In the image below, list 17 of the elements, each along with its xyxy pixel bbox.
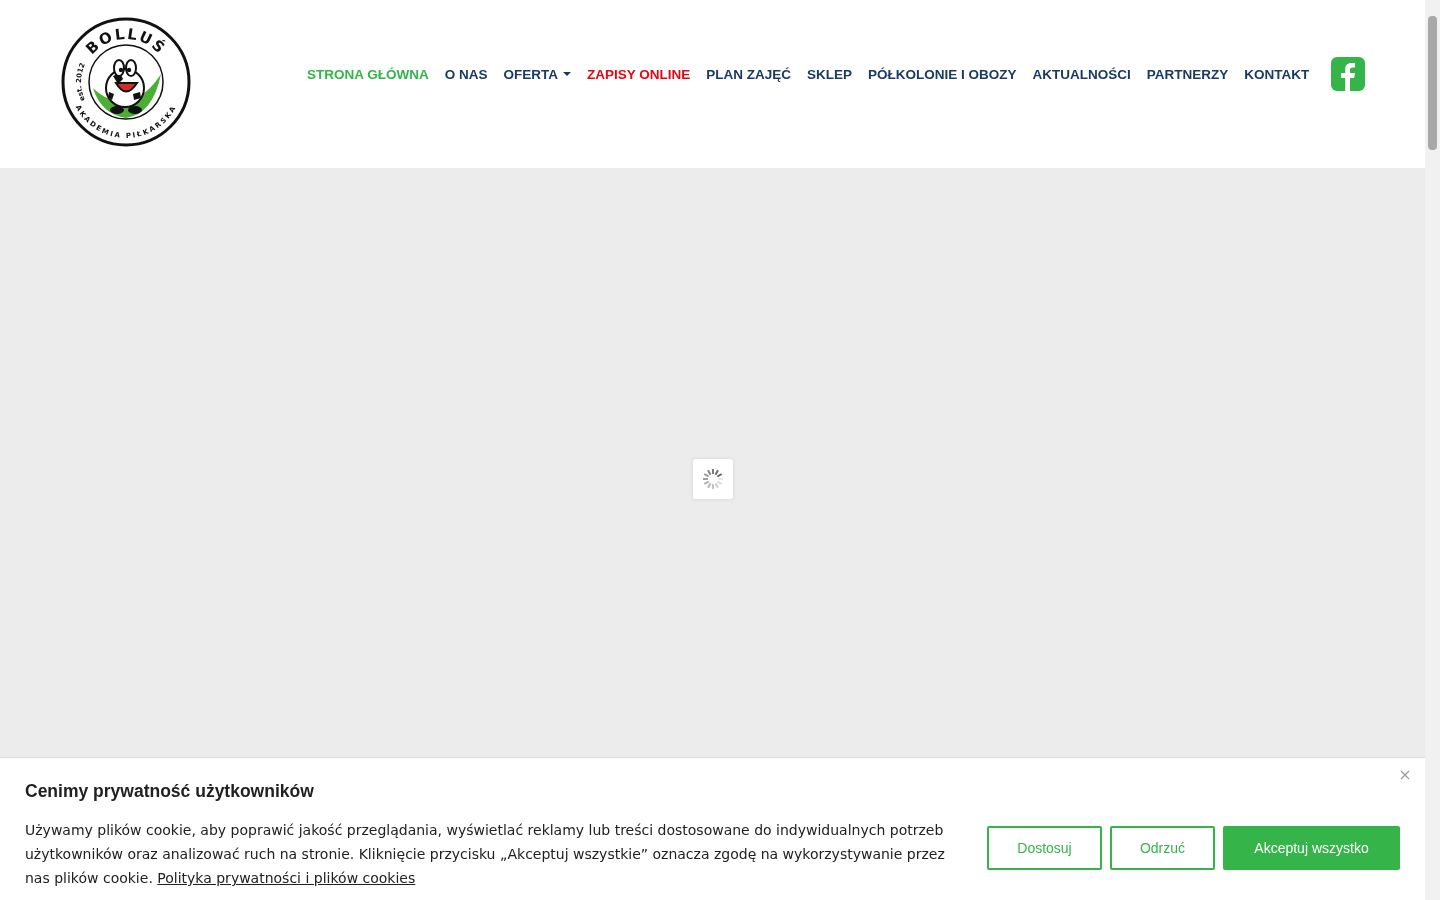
nav-link[interactable]: PLAN ZAJĘĆ (698, 66, 800, 82)
nav-link[interactable]: KONTAKT (1236, 66, 1318, 82)
close-icon[interactable] (1400, 770, 1410, 780)
facebook-icon[interactable] (1331, 57, 1366, 91)
banner-title: Cenimy prywatność użytkowników (25, 781, 315, 802)
privacy-policy-link[interactable]: Polityka prywatności i plików cookies (157, 870, 416, 886)
nav-link[interactable]: PARTNERZY (1138, 66, 1237, 82)
loading-spinner-icon (693, 459, 733, 499)
caret-icon (563, 72, 571, 76)
nav-link[interactable]: ZAPISY ONLINE (579, 66, 699, 82)
banner-text: Używamy plików cookie, aby poprawić jakość przeglądania, wyświetlać reklamy lub treści dostosowane do indywidualnych potrzeb użytkowników oraz analizować ruch na stronie. Kliknięcie przycisku „Akceptuj wszystkie” oznacza zgodę na wykorzystywanie przez nas plików cookie. Polityka prywatności i plików cookies (25, 821, 946, 888)
nav-link[interactable]: PÓŁKOLONIE I OBOZY (860, 66, 1025, 82)
scrollbar[interactable] (1425, 0, 1440, 900)
nav-link[interactable]: AKTUALNOŚCI (1024, 66, 1139, 82)
nav-link[interactable]: O NAS (436, 66, 496, 82)
nav-link[interactable]: OFERTA (495, 66, 579, 82)
nav-link[interactable]: SKLEP (799, 66, 861, 82)
